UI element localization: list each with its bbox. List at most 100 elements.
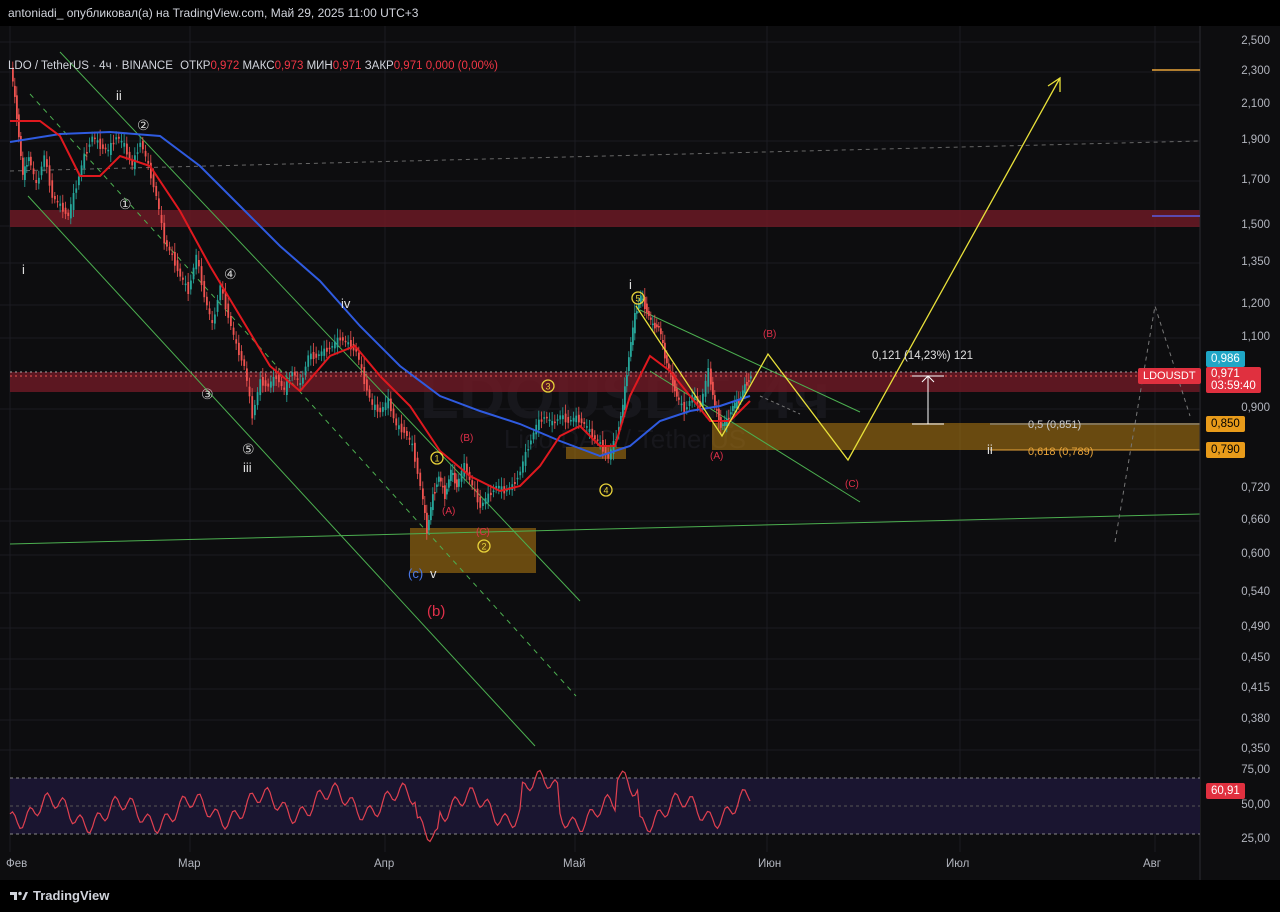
candle-body [556,419,559,421]
price-tag-850: 0,850 [1206,416,1245,432]
candle-body [70,204,72,219]
candle-body [240,351,243,361]
candle-body [575,415,578,423]
candle-body [24,166,26,180]
candle-body [227,303,230,318]
wave-count-1: ① [119,196,132,212]
candle-body [155,186,158,196]
wave-count-label: 4 [603,486,608,496]
time-axis-label: Июн [758,858,782,870]
candle-body [166,240,168,247]
candle-body [382,407,384,412]
candle-body [43,155,46,167]
candle-body [139,142,142,147]
candle-body [742,390,744,397]
wave-label-ii-right: ii [987,442,993,457]
candle-body [344,340,347,343]
candle-body [422,488,424,500]
candle-body [498,485,500,489]
candle-body [750,376,752,379]
wave-label-C1: (C) [476,527,490,538]
price-axis-label: 2,500 [1241,35,1270,47]
candle-body [686,407,688,410]
candle-body [339,337,342,341]
chart-canvas[interactable]: LDOUSDT, 4ч Lido DAO / TetherUS 0,121 (1… [0,26,1280,880]
legend-symbol[interactable]: LDO / TetherUS · 4ч · BINANCE [8,60,173,72]
wave-label-C2: (C) [845,479,859,490]
candle-body [86,152,88,154]
candle-body [471,480,474,486]
candle-body [583,422,586,424]
chart-legend[interactable]: LDO / TetherUS · 4ч · BINANCE ОТКР0,972 … [8,60,498,72]
candle-body [624,386,626,410]
candle-body [446,488,448,495]
price-axis-label: 2,300 [1241,65,1270,77]
candle-body [392,408,395,419]
candle-body [678,397,680,400]
time-axis-label: Апр [374,858,395,870]
candle-body [14,85,16,97]
candle-body [272,376,275,386]
countdown-value: 03:59:40 [1211,380,1256,392]
last-price-value: 0,971 [1211,368,1240,380]
candle-body [187,282,190,294]
candle-body [200,266,203,286]
candle-body [572,417,575,422]
candle-body [400,423,403,433]
publisher-header: antoniadi_ опубликовал(а) на TradingView… [0,0,1280,26]
candle-body [251,396,254,419]
candle-body [51,180,54,198]
tradingview-logo-text: TradingView [33,888,110,903]
candle-body [147,160,150,164]
candle-body [334,341,336,349]
candle-body [363,367,366,384]
candle-body [208,308,211,315]
time-axis-label: Июл [946,858,970,870]
wave-count-4: ④ [224,266,237,282]
chart-area[interactable]: LDOUSDT, 4ч Lido DAO / TetherUS 0,121 (1… [0,26,1280,880]
price-axis-label: 1,200 [1241,298,1270,310]
candle-body [16,95,18,119]
candle-body [726,418,728,426]
candle-body [732,406,734,411]
price-axis-label: 1,900 [1241,134,1270,146]
candle-body [744,384,746,394]
wave-count-label: 2 [481,542,486,552]
candle-body [371,399,374,405]
candle-body [214,314,216,324]
legend-change: 0,000 (0,00%) [425,60,498,72]
candle-body [136,152,139,154]
candle-body [320,351,323,356]
candle-body [707,368,710,387]
candle-body [192,267,195,280]
candle-body [142,141,144,150]
candle-body [479,496,482,508]
candle-body [203,281,206,298]
candle-body [238,342,240,356]
wave-label-i-left: i [22,262,25,277]
support-zone-mid [566,447,626,459]
wave-label-A1: (A) [442,506,455,517]
price-axis-label: 1,100 [1241,331,1270,343]
candle-body [551,421,554,426]
candle-body [118,136,120,139]
wave-label-B1: (B) [460,433,473,444]
candle-body [230,316,232,326]
candle-body [450,469,452,481]
wave-count-3: ③ [201,386,214,402]
tradingview-logo[interactable]: TradingView [10,888,109,903]
candle-body [484,498,487,505]
candle-body [428,519,430,531]
candle-body [456,479,458,488]
candle-body [246,368,248,381]
candle-body [688,401,691,406]
tradingview-logo-icon [10,891,28,900]
candle-body [530,440,532,445]
wave-label-i-right: i [629,277,632,292]
long-support-line [9,513,1201,545]
candle-body [543,417,546,419]
candle-body [395,418,398,426]
candle-body [626,375,628,387]
candle-body [211,320,214,323]
candle-body [110,143,112,155]
